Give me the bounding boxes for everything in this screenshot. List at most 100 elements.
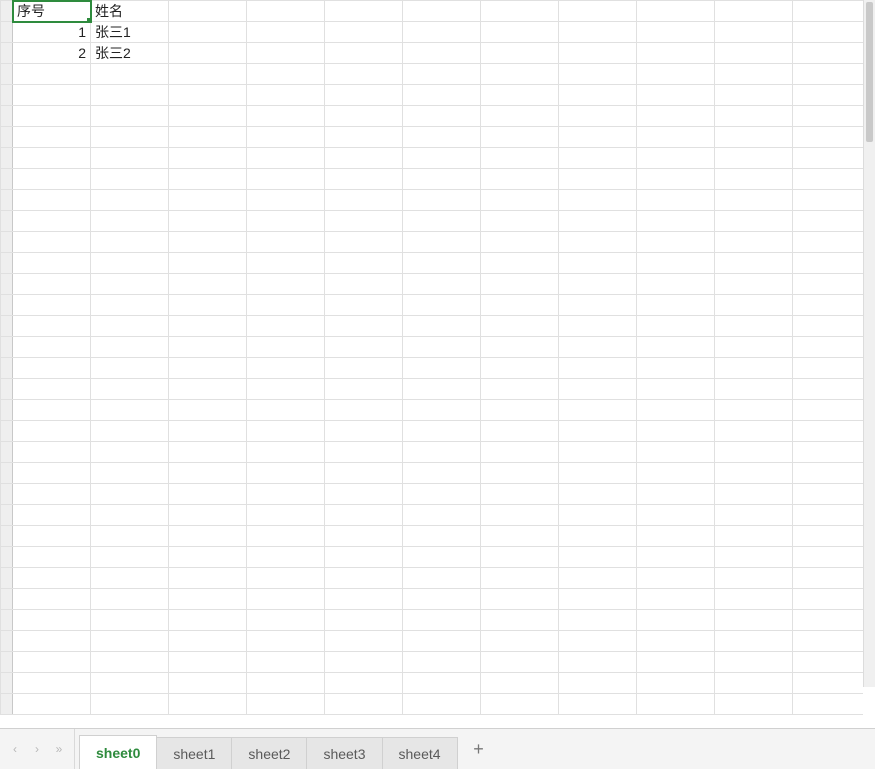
- cell[interactable]: [559, 169, 637, 190]
- cell[interactable]: [481, 1, 559, 22]
- cell[interactable]: [715, 211, 793, 232]
- cell[interactable]: [637, 1, 715, 22]
- cell[interactable]: [91, 295, 169, 316]
- row-header[interactable]: [1, 547, 13, 568]
- cell[interactable]: [169, 442, 247, 463]
- cell[interactable]: [91, 589, 169, 610]
- cell[interactable]: [637, 148, 715, 169]
- cell[interactable]: [13, 442, 91, 463]
- cell[interactable]: 张三2: [91, 43, 169, 64]
- cell[interactable]: [715, 85, 793, 106]
- cell[interactable]: [91, 337, 169, 358]
- cell[interactable]: [637, 295, 715, 316]
- cell[interactable]: [481, 22, 559, 43]
- cell[interactable]: [91, 253, 169, 274]
- cell[interactable]: [13, 253, 91, 274]
- cell[interactable]: [403, 253, 481, 274]
- cell[interactable]: [325, 421, 403, 442]
- cell[interactable]: [559, 1, 637, 22]
- cell[interactable]: [169, 211, 247, 232]
- cell[interactable]: [403, 22, 481, 43]
- cell[interactable]: [559, 694, 637, 715]
- cell[interactable]: [403, 568, 481, 589]
- cell[interactable]: [169, 316, 247, 337]
- cell[interactable]: [403, 64, 481, 85]
- cell[interactable]: [481, 127, 559, 148]
- cell[interactable]: [169, 610, 247, 631]
- cell[interactable]: [559, 106, 637, 127]
- cell[interactable]: [637, 505, 715, 526]
- cell[interactable]: [91, 64, 169, 85]
- cell[interactable]: [13, 400, 91, 421]
- cell[interactable]: [403, 547, 481, 568]
- cell-grid[interactable]: 序号姓名1张三12张三2: [0, 0, 863, 715]
- row-header[interactable]: [1, 631, 13, 652]
- cell[interactable]: [637, 337, 715, 358]
- cell[interactable]: [13, 295, 91, 316]
- cell[interactable]: [91, 652, 169, 673]
- cell[interactable]: [637, 547, 715, 568]
- cell[interactable]: [403, 127, 481, 148]
- cell[interactable]: [793, 295, 864, 316]
- cell[interactable]: [715, 1, 793, 22]
- cell[interactable]: [793, 379, 864, 400]
- cell[interactable]: [715, 505, 793, 526]
- cell[interactable]: [637, 169, 715, 190]
- row-header[interactable]: [1, 190, 13, 211]
- cell[interactable]: [91, 358, 169, 379]
- cell[interactable]: [247, 673, 325, 694]
- cell[interactable]: [169, 463, 247, 484]
- cell[interactable]: [715, 169, 793, 190]
- row-header[interactable]: [1, 316, 13, 337]
- cell[interactable]: [325, 43, 403, 64]
- cell[interactable]: [13, 190, 91, 211]
- cell[interactable]: [403, 505, 481, 526]
- cell[interactable]: [247, 22, 325, 43]
- cell[interactable]: [559, 484, 637, 505]
- cell[interactable]: [793, 652, 864, 673]
- cell[interactable]: [169, 22, 247, 43]
- cell[interactable]: [403, 190, 481, 211]
- cell[interactable]: [559, 148, 637, 169]
- cell[interactable]: [715, 232, 793, 253]
- cell[interactable]: [637, 526, 715, 547]
- cell[interactable]: [247, 316, 325, 337]
- cell[interactable]: [403, 673, 481, 694]
- cell[interactable]: [325, 568, 403, 589]
- sheet-tab-sheet0[interactable]: sheet0: [79, 735, 157, 769]
- cell[interactable]: 2: [13, 43, 91, 64]
- cell[interactable]: [481, 652, 559, 673]
- cell[interactable]: [559, 673, 637, 694]
- cell[interactable]: [481, 274, 559, 295]
- cell[interactable]: [247, 421, 325, 442]
- cell[interactable]: 1: [13, 22, 91, 43]
- cell[interactable]: [169, 85, 247, 106]
- cell[interactable]: [793, 673, 864, 694]
- cell[interactable]: [793, 568, 864, 589]
- cell[interactable]: [715, 337, 793, 358]
- cell[interactable]: [325, 505, 403, 526]
- cell[interactable]: [13, 316, 91, 337]
- cell[interactable]: [481, 358, 559, 379]
- cell[interactable]: [715, 442, 793, 463]
- cell[interactable]: [481, 568, 559, 589]
- cell[interactable]: [13, 274, 91, 295]
- cell[interactable]: [91, 400, 169, 421]
- row-header[interactable]: [1, 253, 13, 274]
- cell[interactable]: [637, 568, 715, 589]
- cell[interactable]: [715, 148, 793, 169]
- cell[interactable]: [169, 568, 247, 589]
- cell[interactable]: [481, 211, 559, 232]
- cell[interactable]: [325, 295, 403, 316]
- cell[interactable]: [169, 106, 247, 127]
- cell[interactable]: [13, 148, 91, 169]
- cell[interactable]: [559, 43, 637, 64]
- cell[interactable]: [403, 43, 481, 64]
- cell[interactable]: [169, 358, 247, 379]
- cell[interactable]: [403, 652, 481, 673]
- cell[interactable]: [169, 694, 247, 715]
- row-header[interactable]: [1, 379, 13, 400]
- cell[interactable]: 张三1: [91, 22, 169, 43]
- cell[interactable]: [91, 211, 169, 232]
- cell[interactable]: [481, 673, 559, 694]
